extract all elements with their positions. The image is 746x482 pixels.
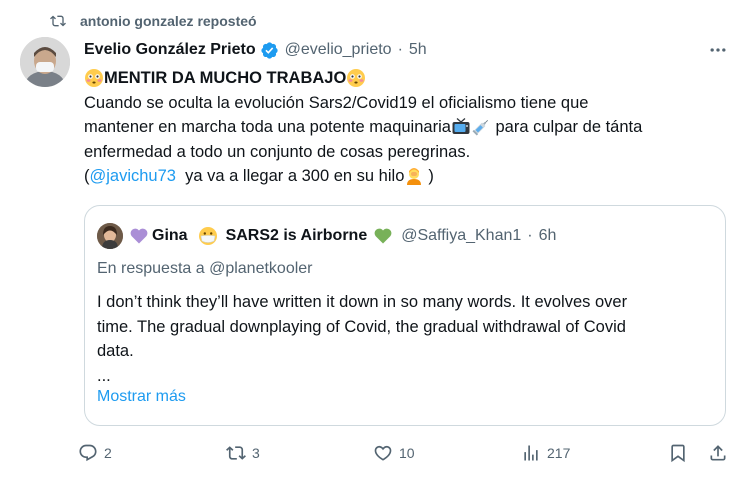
like-button[interactable]: 10	[373, 440, 415, 466]
tweet-text-line: mantener en marcha toda una potente maqu…	[84, 118, 451, 136]
syringe-emoji-icon	[472, 120, 488, 136]
action-bar: 2 3 10 217	[78, 440, 730, 466]
green-heart-icon	[374, 228, 392, 244]
close-paren: )	[428, 167, 434, 185]
tweet-time[interactable]: 5h	[409, 41, 427, 59]
tweet-text: MENTIR DA MUCHO TRABAJO Cuando se oculta…	[84, 66, 724, 189]
repost-text: antonio gonzalez reposteó	[80, 13, 257, 29]
author-avatar[interactable]	[20, 37, 70, 87]
quoted-author-name-part2[interactable]: SARS2 is Airborne	[226, 227, 368, 245]
quoted-author-name-part1[interactable]: Gina	[152, 227, 188, 245]
quoted-tweet-time[interactable]: 6h	[539, 227, 557, 245]
television-emoji-icon	[452, 118, 470, 135]
share-icon	[710, 445, 726, 461]
separator-dot: ·	[397, 41, 403, 58]
quoted-author-handle[interactable]: @Saffiya_Khan1	[401, 227, 521, 245]
more-options-button[interactable]	[706, 38, 730, 62]
reply-icon	[79, 444, 97, 462]
person-facepalming-emoji-icon	[407, 168, 422, 186]
tweet-text-line: para culpar de tánta	[490, 118, 643, 136]
share-button[interactable]	[708, 440, 734, 466]
views-count: 217	[547, 445, 571, 461]
avatar-image	[20, 37, 70, 87]
repost-icon	[50, 15, 66, 27]
more-options-icon	[710, 48, 726, 52]
repost-icon	[226, 446, 246, 460]
tweet-text-line: enfermedad a todo un conjunto de cosas p…	[84, 142, 471, 161]
views-icon	[524, 445, 538, 461]
like-count: 10	[399, 445, 415, 461]
reply-button[interactable]: 2	[78, 440, 112, 466]
repost-count: 3	[252, 445, 260, 461]
views-button[interactable]: 217	[521, 440, 570, 466]
purple-heart-icon	[130, 228, 148, 244]
quoted-tweet-text: I don’t think they’ll have written it do…	[97, 290, 717, 388]
tweet-headline: MENTIR DA MUCHO TRABAJO	[104, 69, 347, 87]
bookmark-icon	[671, 444, 685, 463]
reply-prefix: En respuesta a	[97, 260, 205, 277]
reply-handle[interactable]: @planetkooler	[209, 260, 312, 277]
author-name[interactable]: Evelio González Prieto	[84, 41, 256, 59]
quoted-text-ellipsis: ...	[97, 366, 111, 385]
repost-indicator[interactable]: antonio gonzalez reposteó	[50, 10, 257, 32]
reply-context: En respuesta a @planetkooler	[97, 260, 313, 278]
face-with-medical-mask-emoji-icon	[198, 227, 217, 245]
bookmark-button[interactable]	[668, 440, 694, 466]
separator-dot: ·	[527, 227, 533, 244]
quoted-tweet[interactable]: Gina SARS2 is Airborne @Saffiya_Khan1 · …	[84, 205, 726, 426]
quoted-text-line: time. The gradual downplaying of Covid, …	[97, 317, 626, 336]
tweet-text-line: ya va a llegar a 300 en su hilo	[175, 167, 405, 185]
quoted-text-line: I don’t think they’ll have written it do…	[97, 293, 628, 311]
avatar-image	[97, 223, 123, 249]
flushed-face-emoji-icon	[347, 69, 366, 88]
verified-badge-icon	[260, 41, 278, 59]
mention-link[interactable]: @javichu73	[90, 164, 176, 189]
heart-icon	[374, 445, 392, 461]
tweet-header: Evelio González Prieto @evelio_prieto · …	[84, 38, 427, 62]
tweet-text-line: Cuando se oculta la evolución Sars2/Covi…	[84, 93, 589, 112]
quoted-tweet-header: Gina SARS2 is Airborne @Saffiya_Khan1 · …	[97, 223, 557, 249]
flushed-face-emoji-icon	[85, 69, 103, 88]
quoted-text-line: data.	[97, 342, 134, 360]
repost-button[interactable]: 3	[226, 440, 260, 466]
reply-count: 2	[104, 445, 112, 461]
show-more-link[interactable]: Mostrar más	[97, 388, 186, 406]
quoted-author-avatar[interactable]	[97, 223, 123, 249]
author-handle[interactable]: @evelio_prieto	[285, 41, 392, 59]
